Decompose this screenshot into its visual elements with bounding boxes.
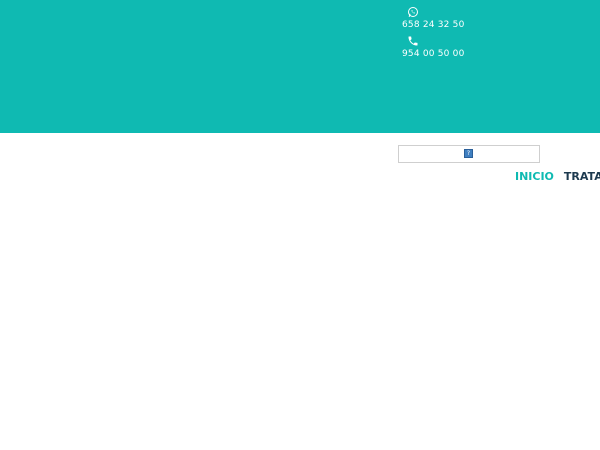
nav-item-tratamientos[interactable]: TRATAM (564, 170, 600, 183)
search-button[interactable]: ? (464, 149, 473, 158)
phone-icon[interactable] (407, 35, 419, 47)
nav-item-inicio[interactable]: INICIO (515, 170, 554, 183)
whatsapp-icon[interactable] (407, 6, 419, 18)
header-bar (0, 0, 600, 133)
whatsapp-number[interactable]: 658 24 32 50 (402, 20, 465, 30)
main-nav: INICIO TRATAM (515, 170, 600, 183)
phone-number[interactable]: 954 00 50 00 (402, 49, 465, 59)
search-input[interactable]: ? (398, 145, 540, 163)
